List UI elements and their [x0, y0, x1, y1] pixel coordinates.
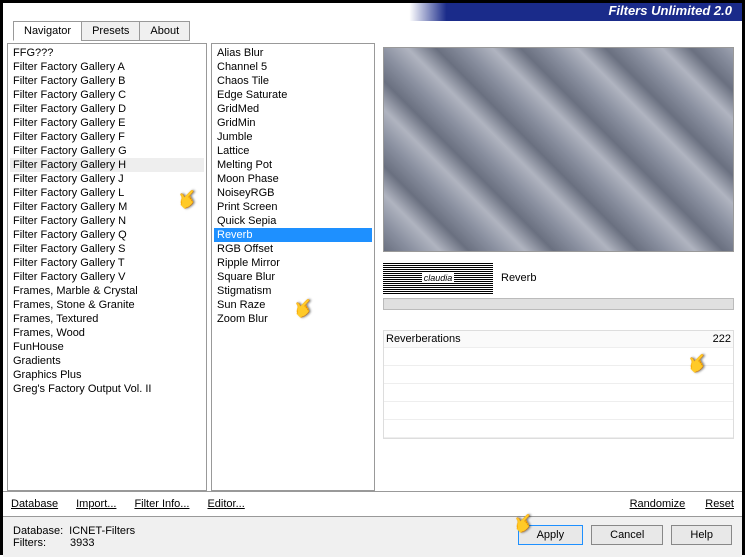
- tab-navigator[interactable]: Navigator: [13, 21, 82, 41]
- param-row[interactable]: Reverberations 222: [384, 331, 733, 348]
- progress-bar: [383, 298, 734, 310]
- footer: Database: ICNET-Filters Filters: 3933 Ap…: [3, 516, 742, 557]
- title-bar: Filters Unlimited 2.0: [3, 3, 742, 21]
- filter-item[interactable]: Ripple Mirror: [214, 256, 372, 270]
- cancel-button[interactable]: Cancel: [591, 525, 663, 545]
- category-item[interactable]: Filter Factory Gallery D: [10, 102, 204, 116]
- filter-item[interactable]: Stigmatism: [214, 284, 372, 298]
- apply-button[interactable]: Apply: [518, 525, 584, 545]
- filter-item[interactable]: Print Screen: [214, 200, 372, 214]
- category-item[interactable]: Greg's Factory Output Vol. II: [10, 382, 204, 396]
- filter-item[interactable]: GridMin: [214, 116, 372, 130]
- db-label: Database:: [13, 525, 63, 537]
- category-list[interactable]: FFG???Filter Factory Gallery AFilter Fac…: [7, 43, 207, 491]
- filter-item[interactable]: GridMed: [214, 102, 372, 116]
- filters-value: 3933: [70, 537, 94, 549]
- filter-item[interactable]: Lattice: [214, 144, 372, 158]
- db-value: ICNET-Filters: [69, 525, 135, 537]
- category-item[interactable]: Graphics Plus: [10, 368, 204, 382]
- category-item[interactable]: Filter Factory Gallery B: [10, 74, 204, 88]
- filter-item[interactable]: Zoom Blur: [214, 312, 372, 326]
- category-item[interactable]: FunHouse: [10, 340, 204, 354]
- filter-header: claudia Reverb: [383, 262, 734, 294]
- filter-item[interactable]: RGB Offset: [214, 242, 372, 256]
- filter-item[interactable]: NoiseyRGB: [214, 186, 372, 200]
- category-item[interactable]: Gradients: [10, 354, 204, 368]
- category-item[interactable]: Frames, Marble & Crystal: [10, 284, 204, 298]
- category-item[interactable]: Filter Factory Gallery A: [10, 60, 204, 74]
- filter-item[interactable]: Reverb: [214, 228, 372, 242]
- category-item[interactable]: Filter Factory Gallery C: [10, 88, 204, 102]
- filter-item[interactable]: Chaos Tile: [214, 74, 372, 88]
- param-value: 222: [713, 333, 731, 345]
- tab-presets[interactable]: Presets: [81, 21, 140, 41]
- param-row: [384, 366, 733, 384]
- param-row: [384, 348, 733, 366]
- category-item[interactable]: FFG???: [10, 46, 204, 60]
- category-item[interactable]: Filter Factory Gallery M: [10, 200, 204, 214]
- category-item[interactable]: Filter Factory Gallery S: [10, 242, 204, 256]
- filter-info-button[interactable]: Filter Info...: [134, 498, 189, 510]
- editor-button[interactable]: Editor...: [207, 498, 244, 510]
- category-item[interactable]: Filter Factory Gallery F: [10, 130, 204, 144]
- param-row: [384, 402, 733, 420]
- database-button[interactable]: Database: [11, 498, 58, 510]
- category-item[interactable]: Filter Factory Gallery T: [10, 256, 204, 270]
- author-logo: claudia: [383, 262, 493, 294]
- current-filter-name: Reverb: [501, 272, 536, 284]
- tab-about[interactable]: About: [139, 21, 190, 41]
- randomize-button[interactable]: Randomize: [630, 498, 686, 510]
- param-row: [384, 384, 733, 402]
- filter-item[interactable]: Moon Phase: [214, 172, 372, 186]
- preview-image: [383, 47, 734, 252]
- category-item[interactable]: Filter Factory Gallery J: [10, 172, 204, 186]
- filter-item[interactable]: Sun Raze: [214, 298, 372, 312]
- category-item[interactable]: Filter Factory Gallery G: [10, 144, 204, 158]
- param-row: [384, 420, 733, 438]
- tab-strip: Navigator Presets About: [13, 21, 189, 41]
- parameters-table: Reverberations 222: [383, 330, 734, 439]
- filter-item[interactable]: Square Blur: [214, 270, 372, 284]
- app-title: Filters Unlimited 2.0: [608, 3, 732, 18]
- filter-item[interactable]: Alias Blur: [214, 46, 372, 60]
- category-item[interactable]: Frames, Wood: [10, 326, 204, 340]
- main-area: FFG???Filter Factory Gallery AFilter Fac…: [3, 21, 742, 491]
- category-item[interactable]: Filter Factory Gallery L: [10, 186, 204, 200]
- category-item[interactable]: Frames, Textured: [10, 312, 204, 326]
- import-button[interactable]: Import...: [76, 498, 116, 510]
- param-label: Reverberations: [386, 333, 461, 345]
- category-item[interactable]: Filter Factory Gallery E: [10, 116, 204, 130]
- category-item[interactable]: Filter Factory Gallery Q: [10, 228, 204, 242]
- category-item[interactable]: Filter Factory Gallery N: [10, 214, 204, 228]
- filter-item[interactable]: Channel 5: [214, 60, 372, 74]
- filters-label: Filters:: [13, 537, 46, 549]
- right-panel: claudia Reverb Reverberations 222: [379, 43, 738, 491]
- filter-item[interactable]: Edge Saturate: [214, 88, 372, 102]
- category-item[interactable]: Frames, Stone & Granite: [10, 298, 204, 312]
- filter-item[interactable]: Jumble: [214, 130, 372, 144]
- filter-item[interactable]: Melting Pot: [214, 158, 372, 172]
- toolbar: Database Import... Filter Info... Editor…: [3, 491, 742, 516]
- category-item[interactable]: Filter Factory Gallery V: [10, 270, 204, 284]
- footer-info: Database: ICNET-Filters Filters: 3933: [13, 525, 135, 549]
- help-button[interactable]: Help: [671, 525, 732, 545]
- filter-item[interactable]: Quick Sepia: [214, 214, 372, 228]
- filter-list[interactable]: Alias BlurChannel 5Chaos TileEdge Satura…: [211, 43, 375, 491]
- reset-button[interactable]: Reset: [705, 498, 734, 510]
- category-item[interactable]: Filter Factory Gallery H: [10, 158, 204, 172]
